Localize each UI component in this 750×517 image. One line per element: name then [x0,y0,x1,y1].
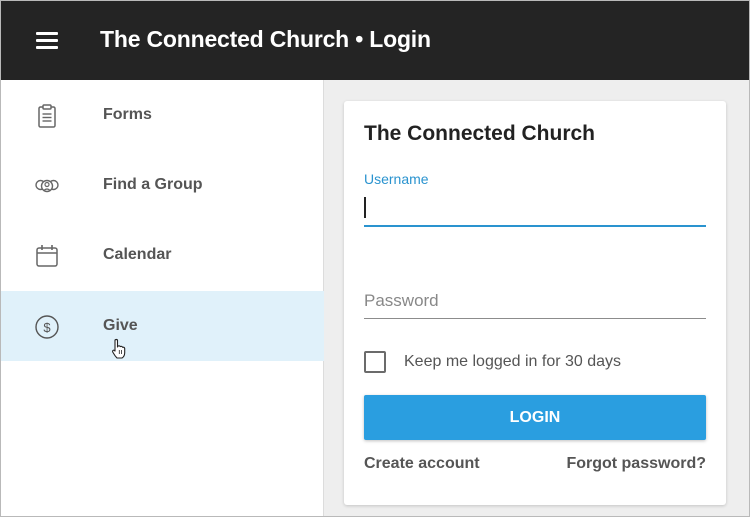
hand-pointer-cursor-icon [112,338,126,359]
sidebar-item-label: Find a Group [103,176,203,193]
top-bar: The Connected Church • Login [1,1,749,80]
clipboard-icon [38,104,56,128]
sidebar-item-give[interactable]: $ Give [1,291,324,361]
remember-me-checkbox[interactable] [364,351,386,373]
sidebar-item-label: Calendar [103,246,172,263]
calendar-icon [36,245,58,267]
hamburger-menu-icon[interactable] [36,32,58,49]
sidebar-item-find-a-group[interactable]: Find a Group [1,150,324,220]
login-title: The Connected Church [364,122,596,145]
sidebar: Forms Find a Group Calendar $ Give [1,80,324,516]
dollar-circle-icon: $ [35,315,59,339]
sidebar-item-label: Forms [103,106,152,123]
username-label: Username [364,171,429,187]
sidebar-item-calendar[interactable]: Calendar [1,220,324,290]
sidebar-item-forms[interactable]: Forms [1,80,324,150]
group-icon [35,179,59,193]
remember-me-label: Keep me logged in for 30 days [404,353,622,370]
login-card: The Connected Church Username Keep me lo… [344,101,726,505]
sidebar-item-label: Give [103,317,138,334]
page-title: The Connected Church • Login [100,26,431,52]
create-account-link[interactable]: Create account [364,455,480,473]
app-window: The Connected Church • Login Forms Find … [0,0,750,517]
svg-text:$: $ [43,320,51,335]
text-caret [364,197,366,218]
password-input[interactable] [364,283,706,319]
username-input[interactable] [364,191,706,227]
login-button[interactable]: LOGIN [364,395,706,440]
forgot-password-link[interactable]: Forgot password? [566,455,706,473]
